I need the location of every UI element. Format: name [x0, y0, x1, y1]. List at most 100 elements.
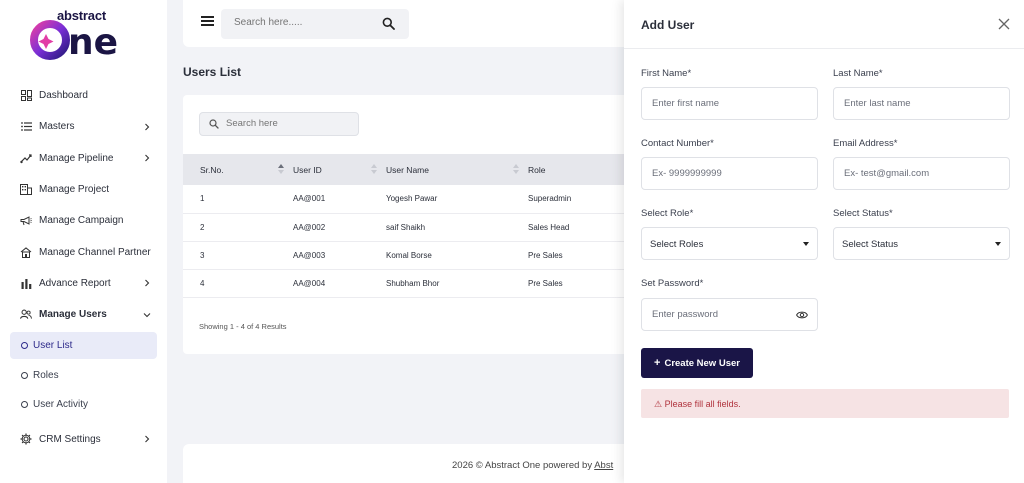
circle-icon — [21, 342, 28, 350]
sidebar-subitem-user-list[interactable]: User List — [10, 332, 157, 360]
sidebar: abstract ne Dashboard Masters Manage Pip… — [0, 0, 167, 483]
brand-logo-mark: ne — [30, 20, 118, 60]
cell-user-name: Shubham Bhor — [386, 278, 440, 288]
contact-number-input[interactable] — [652, 168, 802, 179]
footer-text: 2026 © Abstract One powered by Abst — [452, 460, 613, 471]
results-count: Showing 1 - 4 of 4 Results — [199, 322, 287, 331]
sidebar-item-manage-pipeline[interactable]: Manage Pipeline — [10, 143, 157, 174]
users-card: Sr.No. User ID User Name Role 1 AA@001 Y… — [183, 95, 643, 354]
footer: 2026 © Abstract One powered by Abst — [183, 444, 643, 483]
footer-link[interactable]: Abst — [594, 460, 613, 471]
circle-icon — [21, 372, 28, 380]
footer-copyright: 2026 © Abstract One powered by — [452, 460, 595, 471]
sidebar-item-dashboard[interactable]: Dashboard — [10, 80, 157, 111]
sidebar-subitem-label: User List — [33, 340, 73, 352]
chevron-down-icon — [143, 312, 151, 317]
column-header-user-name[interactable]: User Name — [386, 154, 528, 185]
table-header-row: Sr.No. User ID User Name Role — [183, 154, 643, 185]
global-search-input[interactable] — [234, 17, 374, 28]
megaphone-icon — [20, 215, 32, 227]
table-row[interactable]: 4 AA@004 Shubham Bhor Pre Sales — [183, 269, 643, 297]
sidebar-nav: Dashboard Masters Manage Pipeline Manage… — [10, 80, 157, 455]
sidebar-item-crm-settings[interactable]: CRM Settings — [10, 423, 157, 454]
sidebar-item-label: Advance Report — [39, 277, 111, 289]
table-row[interactable]: 2 AA@002 saif Shaikh Sales Head — [183, 213, 643, 241]
select-status-dropdown[interactable]: Select Status — [833, 227, 1010, 260]
menu-icon[interactable] — [201, 16, 214, 26]
create-new-user-button[interactable]: + Create New User — [641, 348, 753, 378]
select-status-value: Select Status — [842, 239, 898, 250]
column-header-user-id[interactable]: User ID — [293, 154, 386, 185]
sidebar-item-label: Manage Pipeline — [39, 152, 114, 164]
sidebar-item-manage-project[interactable]: Manage Project — [10, 174, 157, 205]
first-name-input[interactable] — [652, 98, 802, 109]
chevron-right-icon — [145, 280, 150, 287]
contact-number-label: Contact Number* — [641, 138, 714, 149]
pipeline-icon — [20, 152, 32, 164]
sidebar-item-label: CRM Settings — [39, 433, 101, 445]
eye-icon[interactable] — [796, 310, 808, 320]
building-icon — [20, 184, 32, 196]
list-icon — [20, 121, 32, 133]
global-search — [221, 9, 409, 39]
sidebar-item-label: Manage Project — [39, 184, 110, 196]
select-role-dropdown[interactable]: Select Roles — [641, 227, 818, 260]
set-password-input[interactable] — [652, 309, 802, 320]
error-message: ⚠ Please fill all fields. — [654, 399, 741, 409]
column-header-sr-no[interactable]: Sr.No. — [183, 154, 293, 185]
sidebar-subitem-user-activity[interactable]: User Activity — [10, 390, 157, 419]
cell-user-name: Komal Borse — [386, 250, 432, 260]
cell-user-id: AA@001 — [293, 194, 326, 204]
create-new-user-label: Create New User — [664, 357, 740, 369]
email-address-label: Email Address* — [833, 138, 898, 149]
cell-user-id: AA@004 — [293, 278, 326, 288]
sort-icon — [278, 164, 284, 174]
table-row[interactable]: 3 AA@003 Komal Borse Pre Sales — [183, 241, 643, 269]
plus-icon: + — [654, 357, 661, 369]
sidebar-subitem-roles[interactable]: Roles — [10, 361, 157, 390]
table-search-input[interactable] — [226, 118, 346, 129]
select-role-label: Select Role* — [641, 208, 694, 219]
drawer-title: Add User — [641, 18, 695, 32]
cell-user-id: AA@002 — [293, 222, 326, 232]
sort-icon — [371, 164, 377, 174]
sidebar-item-advance-report[interactable]: Advance Report — [10, 268, 157, 299]
last-name-input[interactable] — [844, 98, 994, 109]
divider — [624, 48, 1024, 49]
sidebar-item-masters[interactable]: Masters — [10, 111, 157, 142]
sidebar-item-manage-campaign[interactable]: Manage Campaign — [10, 205, 157, 236]
page-title: Users List — [183, 65, 242, 79]
close-icon[interactable] — [998, 18, 1010, 30]
circle-icon — [21, 401, 28, 409]
set-password-label: Set Password* — [641, 278, 704, 289]
svg-text:ne: ne — [68, 22, 118, 60]
brand-logo[interactable]: abstract ne — [30, 8, 140, 60]
chevron-right-icon — [145, 123, 150, 131]
email-address-input[interactable] — [844, 168, 994, 179]
last-name-label: Last Name* — [833, 68, 883, 79]
chevron-right-icon — [145, 435, 150, 443]
table-search — [199, 112, 359, 136]
cell-sr-no: 3 — [200, 250, 205, 260]
caret-down-icon — [995, 242, 1001, 246]
sidebar-item-label: Manage Campaign — [39, 215, 124, 227]
cell-user-id: AA@003 — [293, 250, 326, 260]
dashboard-icon — [20, 90, 32, 102]
contact-number-field — [641, 157, 818, 190]
select-role-value: Select Roles — [650, 239, 704, 250]
sidebar-subitem-label: User Activity — [33, 399, 89, 411]
partner-icon — [20, 246, 32, 258]
sidebar-item-manage-users[interactable]: Manage Users — [10, 299, 157, 330]
last-name-field — [833, 87, 1010, 120]
cell-user-name: Yogesh Pawar — [386, 194, 438, 204]
search-icon[interactable] — [382, 17, 395, 30]
cell-sr-no: 1 — [200, 194, 205, 204]
sidebar-item-manage-channel-partner[interactable]: Manage Channel Partner — [10, 236, 157, 267]
caret-down-icon — [803, 242, 809, 246]
error-alert: ⚠ Please fill all fields. — [641, 389, 1009, 418]
table-row[interactable]: 1 AA@001 Yogesh Pawar Superadmin — [183, 185, 643, 213]
first-name-label: First Name* — [641, 68, 692, 79]
chevron-right-icon — [145, 154, 150, 162]
cell-user-name: saif Shaikh — [386, 222, 426, 232]
cell-sr-no: 2 — [200, 222, 205, 232]
